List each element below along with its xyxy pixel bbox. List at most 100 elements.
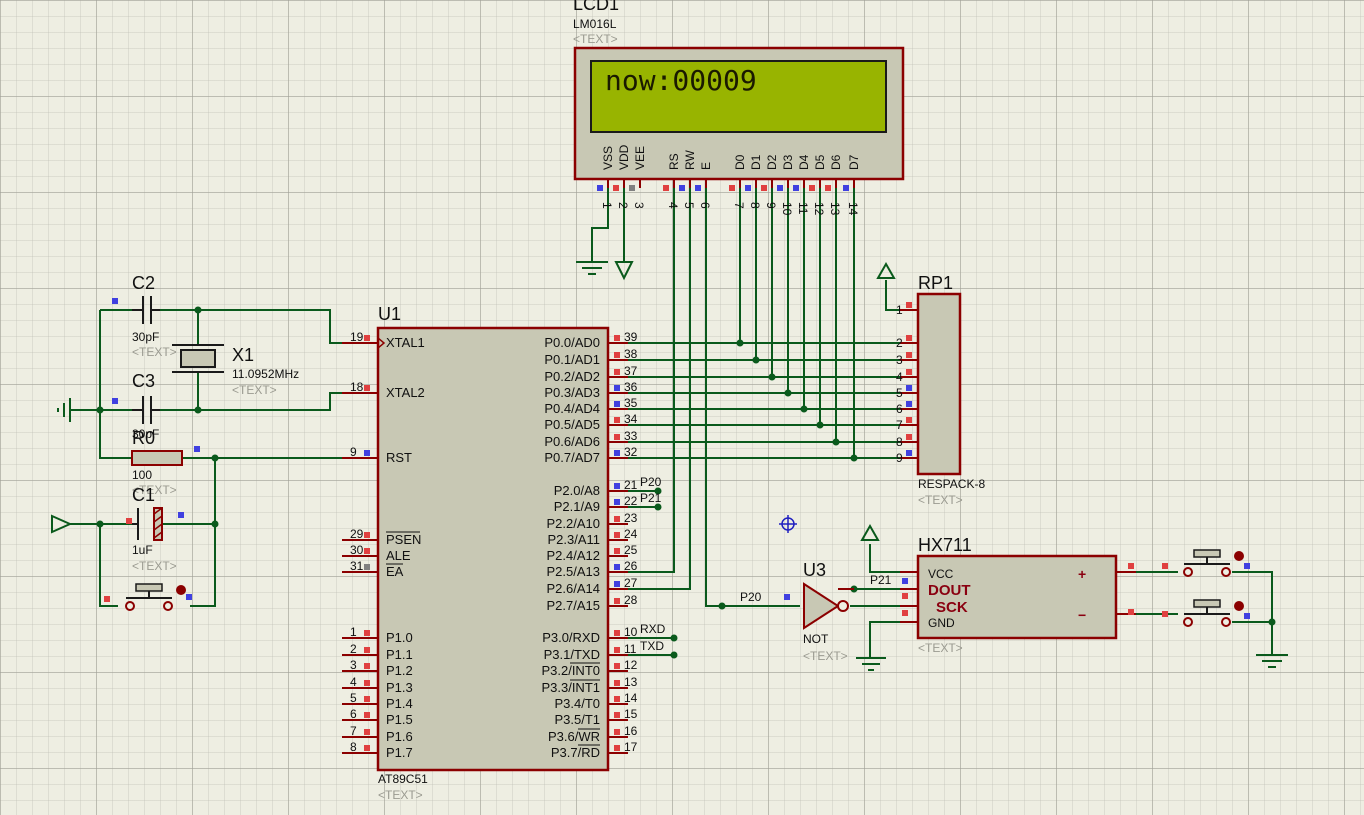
lcd-pin-label: RS: [667, 153, 681, 170]
u1-pin-number: 18: [350, 380, 364, 394]
hx711-pin-dout: DOUT: [928, 582, 971, 599]
lcd-ref: LCD1: [573, 0, 619, 14]
u1-pin-number: 35: [624, 396, 638, 410]
u1-pin-label: P1.0: [386, 630, 413, 645]
c3-ref: C3: [132, 371, 155, 391]
lcd-pin-number: 7: [732, 202, 746, 209]
u1-pin-number: 11: [624, 642, 637, 656]
u1-pin-marker: [614, 696, 620, 702]
u1-pin-marker: [364, 712, 370, 718]
u1-pin-marker: [364, 630, 370, 636]
rp1-pin-number: 2: [896, 336, 903, 350]
u1-pin-number: 24: [624, 527, 638, 541]
u1-pin-number: 9: [350, 445, 357, 459]
lcd-pin-marker: [679, 185, 685, 191]
u1-pin-marker: [614, 450, 620, 456]
u1-pin-label: P1.3: [386, 680, 413, 695]
u1-pin-number: 7: [350, 724, 357, 738]
rp1-pin-number: 6: [896, 402, 903, 416]
lcd-pin-number: 12: [812, 202, 826, 216]
u1-pin-number: 28: [624, 593, 638, 607]
lcd-pin-number: 9: [764, 202, 778, 209]
u1-pin-label: EA: [386, 564, 404, 579]
rp1-pin-marker: [906, 450, 912, 456]
mcu-u1[interactable]: U1 AT89C51 <TEXT> 19 XTAL118 XTAL29 RST29 PS…: [342, 304, 666, 802]
u1-pin-marker: [364, 696, 370, 702]
u1-pin-label: P3.0/RXD: [542, 630, 600, 645]
rp1-pin-marker: [906, 369, 912, 375]
x1-text-tag: <TEXT>: [232, 383, 277, 397]
u1-pin-marker: [614, 499, 620, 505]
u1-pin-label: P2.3/A11: [547, 532, 600, 547]
lcd-pin-marker: [695, 185, 701, 191]
u1-pin-number: 37: [624, 364, 638, 378]
u1-pin-marker: [364, 532, 370, 538]
u1-pin-marker: [364, 335, 370, 341]
u1-pin-number: 5: [350, 691, 357, 705]
u1-pin-label: P3.7/RD: [551, 745, 600, 760]
u1-pin-label: ALE: [386, 548, 411, 563]
u1-pin-marker: [614, 680, 620, 686]
u3-ref: U3: [803, 560, 826, 580]
c1-ref: C1: [132, 485, 155, 505]
u1-pin-label: P0.3/AD3: [544, 385, 600, 400]
u1-pin-number: 21: [624, 478, 638, 492]
not-gate-u3[interactable]: U3 P20 P21 NOT <TEXT>: [740, 560, 892, 663]
rp1-pin-marker: [906, 434, 912, 440]
u1-pin-number: 23: [624, 511, 638, 525]
lcd-pin-marker: [843, 185, 849, 191]
rp1-pin-number: 1: [896, 303, 903, 317]
capacitor-c1[interactable]: C1 1uF <TEXT>: [132, 485, 177, 573]
u1-pin-number: 36: [624, 380, 638, 394]
u1-pin-marker: [364, 548, 370, 554]
lcd-pin-marker: [777, 185, 783, 191]
rp1-pin-marker: [906, 302, 912, 308]
u1-pin-label: P1.4: [386, 696, 413, 711]
u1-pin-number: 17: [624, 740, 638, 754]
u1-pin-number: 25: [624, 543, 638, 557]
u1-pin-marker: [614, 401, 620, 407]
hx711-module[interactable]: HX711 VCC DOUT SCK GND + − <TEXT>: [916, 535, 1118, 655]
reset-push-button[interactable]: [125, 583, 186, 611]
lcd-pin-marker: [729, 185, 735, 191]
u1-pin-label: P1.5: [386, 712, 413, 727]
rp1-pin-marker: [906, 385, 912, 391]
hx711-pin-sck: SCK: [936, 599, 968, 616]
r0-ref: R0: [132, 428, 155, 448]
net-label-p20: P20: [640, 475, 662, 489]
lcd-pin-label: E: [699, 162, 713, 170]
crystal-x1[interactable]: X1 11.0952MHz <TEXT>: [172, 344, 299, 397]
u1-pin-marker: [614, 516, 620, 522]
rp1-pin-marker: [906, 401, 912, 407]
u1-pin-label: P0.7/AD7: [544, 450, 600, 465]
lcd-pin-number: 5: [682, 202, 696, 209]
lcd-pin-number: 1: [600, 202, 614, 209]
u1-pin-label: P2.2/A10: [547, 516, 601, 531]
u3-out-label: P21: [870, 573, 892, 587]
schematic-canvas[interactable]: LCD1 LM016L <TEXT> now:00009 VSS 1 VDD 2 VEE…: [0, 0, 1364, 815]
lcd-pin-marker: [761, 185, 767, 191]
u1-pin-label: P1.7: [386, 745, 413, 760]
u1-pin-number: 4: [350, 675, 357, 689]
capacitor-c2[interactable]: C2 30pF <TEXT>: [132, 273, 177, 359]
u1-pin-label: XTAL1: [386, 335, 425, 350]
lcd-pin-number: 8: [748, 202, 762, 209]
u1-pin-label: P0.6/AD6: [544, 434, 600, 449]
u1-pin-marker: [614, 385, 620, 391]
u1-pin-label: P1.1: [386, 647, 413, 662]
u1-pin-marker: [614, 663, 620, 669]
lcd-pin-number: 2: [616, 202, 630, 209]
u1-pin-number: 19: [350, 330, 364, 344]
u1-pin-label: P2.6/A14: [547, 581, 601, 596]
r0-body: [131, 450, 183, 466]
resistor-pack-rp1[interactable]: RP1 RESPACK-8 <TEXT> 1 2 3 4 5 6 7 8 9: [896, 273, 985, 507]
lcd-module[interactable]: LCD1 LM016L <TEXT> now:00009 VSS 1 VDD 2 VEE…: [573, 0, 905, 216]
lcd-pin-marker: [629, 185, 635, 191]
c2-ref: C2: [132, 273, 155, 293]
u1-pin-number: 1: [350, 625, 357, 639]
u1-pin-label: P1.2: [386, 663, 413, 678]
lcd-pin-label: VSS: [601, 146, 615, 170]
lcd-pin-label: RW: [683, 150, 697, 170]
u1-pin-marker: [364, 680, 370, 686]
u1-pin-number: 22: [624, 494, 638, 508]
